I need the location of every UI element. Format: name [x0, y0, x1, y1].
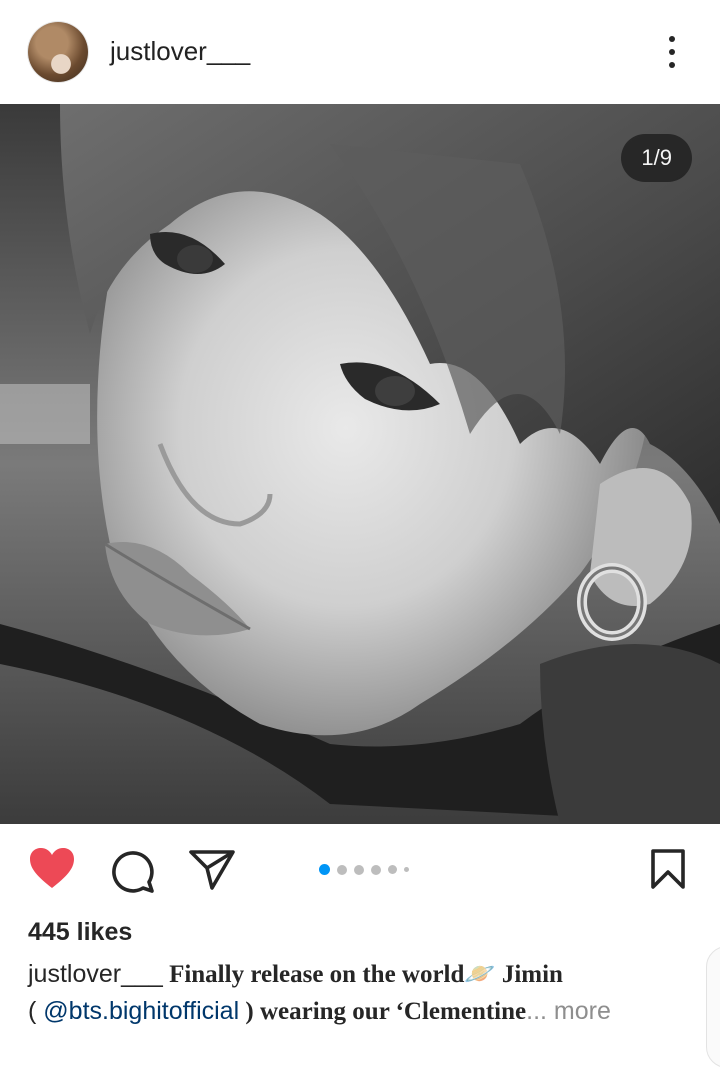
- comment-button[interactable]: [109, 848, 155, 899]
- bookmark-icon: [651, 849, 685, 889]
- planet-emoji: 🪐: [464, 960, 496, 988]
- carousel-dot: [388, 865, 397, 874]
- post-actions-bar: [0, 824, 720, 920]
- carousel-indicator: [319, 864, 409, 875]
- save-button[interactable]: [650, 848, 686, 895]
- caption-ellipsis: ...: [526, 997, 547, 1025]
- caption-text: Finally release on the world: [162, 961, 465, 988]
- carousel-dot: [404, 867, 409, 872]
- carousel-dot: [354, 864, 364, 875]
- post-header: justlover___: [0, 0, 720, 104]
- caption-username[interactable]: justlover___: [28, 960, 163, 988]
- more-vertical-icon: [669, 36, 675, 42]
- share-button[interactable]: [188, 848, 236, 897]
- slide-counter: 1/9: [621, 134, 692, 182]
- comment-icon: [112, 851, 154, 893]
- portrait-photo: [0, 104, 720, 824]
- caption-text: ) wearing our ‘Clementine: [239, 998, 527, 1025]
- post-username[interactable]: justlover___: [110, 36, 250, 67]
- avatar[interactable]: [28, 22, 88, 82]
- share-icon: [189, 850, 235, 890]
- like-button[interactable]: [28, 846, 76, 895]
- heart-icon: [30, 848, 74, 888]
- carousel-dot-active: [319, 864, 330, 875]
- post-image[interactable]: 1/9: [0, 104, 720, 824]
- post-caption: justlover___ Finally release on the worl…: [28, 956, 698, 1030]
- caption-mention[interactable]: @bts.bighitofficial: [43, 997, 239, 1025]
- more-options-button[interactable]: [656, 30, 688, 74]
- caption-more-link[interactable]: more: [547, 997, 611, 1025]
- carousel-dot: [337, 864, 347, 875]
- carousel-dot: [371, 864, 381, 875]
- caption-text: Jimin: [495, 961, 563, 988]
- caption-paren: (: [28, 997, 44, 1025]
- likes-count[interactable]: 445 likes: [28, 918, 132, 947]
- side-panel-edge: [706, 946, 720, 1068]
